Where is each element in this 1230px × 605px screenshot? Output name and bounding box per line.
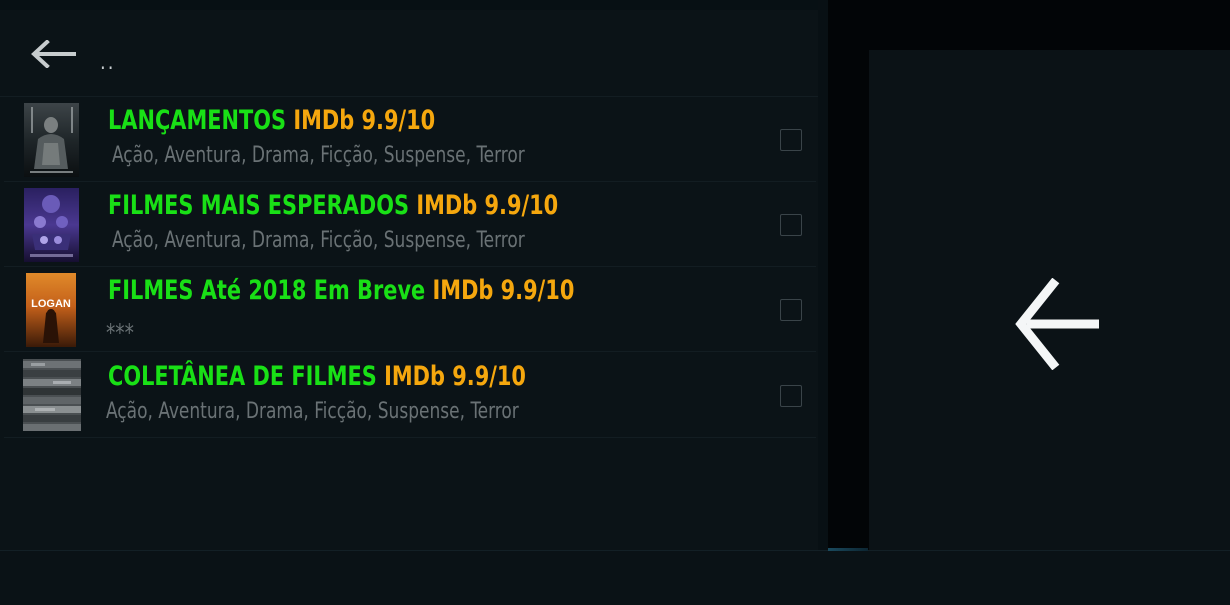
item-title-text: COLETÂNEA DE FILMES [108,361,377,392]
item-genres: *** [106,319,134,347]
item-genres: Ação, Aventura, Drama, Ficção, Suspense,… [112,143,525,168]
list-item[interactable]: LANÇAMENTOS IMDb 9.9/10 Ação, Aventura, … [4,97,816,182]
item-genres: Ação, Aventura, Drama, Ficção, Suspense,… [106,399,519,424]
top-strip [0,0,828,10]
preview-panel [869,50,1230,600]
aquaman-poster [24,103,79,177]
item-genres: Ação, Aventura, Drama, Ficção, Suspense,… [112,228,525,253]
list-item[interactable]: COLETÂNEA DE FILMES IMDb 9.9/10 Ação, Av… [4,353,816,438]
back-arrow-icon [1015,278,1099,370]
item-checkbox[interactable] [780,129,802,151]
logan-title-text: LOGAN [31,298,71,310]
focus-indicator [828,548,868,551]
item-checkbox[interactable] [780,299,802,321]
media-browser: .. LANÇAMENTOS IMDb 9.9/10 Ação, Aventur… [0,0,1230,605]
back-arrow-icon [31,40,76,68]
logan-poster: LOGAN [26,273,76,347]
item-title-text: LANÇAMENTOS [108,105,287,136]
list-item[interactable]: LOGAN FILMES Até 2018 Em Breve IMDb 9.9/… [4,267,816,352]
file-list-panel: .. LANÇAMENTOS IMDb 9.9/10 Ação, Aventur… [0,10,819,550]
item-title: LANÇAMENTOS IMDb 9.9/10 [108,105,435,136]
parent-folder-label: .. [100,50,116,74]
avengers-poster [24,188,79,262]
item-rating: IMDb 9.9/10 [293,105,436,136]
bottom-bar [0,550,1230,605]
item-rating: IMDb 9.9/10 [416,190,559,221]
list-item[interactable]: FILMES MAIS ESPERADOS IMDb 9.9/10 Ação, … [4,182,816,267]
parent-folder-item[interactable]: .. [0,10,818,97]
item-title: FILMES MAIS ESPERADOS IMDb 9.9/10 [108,190,558,221]
item-title-text: FILMES Até 2018 Em Breve [108,275,426,306]
panel-divider [818,0,828,605]
item-title: FILMES Até 2018 Em Breve IMDb 9.9/10 [108,275,574,306]
item-title-text: FILMES MAIS ESPERADOS [108,190,410,221]
dvd-collection-thumbnail [23,359,81,431]
item-title: COLETÂNEA DE FILMES IMDb 9.9/10 [108,361,526,392]
item-checkbox[interactable] [780,385,802,407]
item-rating: IMDb 9.9/10 [384,361,526,392]
item-checkbox[interactable] [780,214,802,236]
item-rating: IMDb 9.9/10 [432,275,575,306]
